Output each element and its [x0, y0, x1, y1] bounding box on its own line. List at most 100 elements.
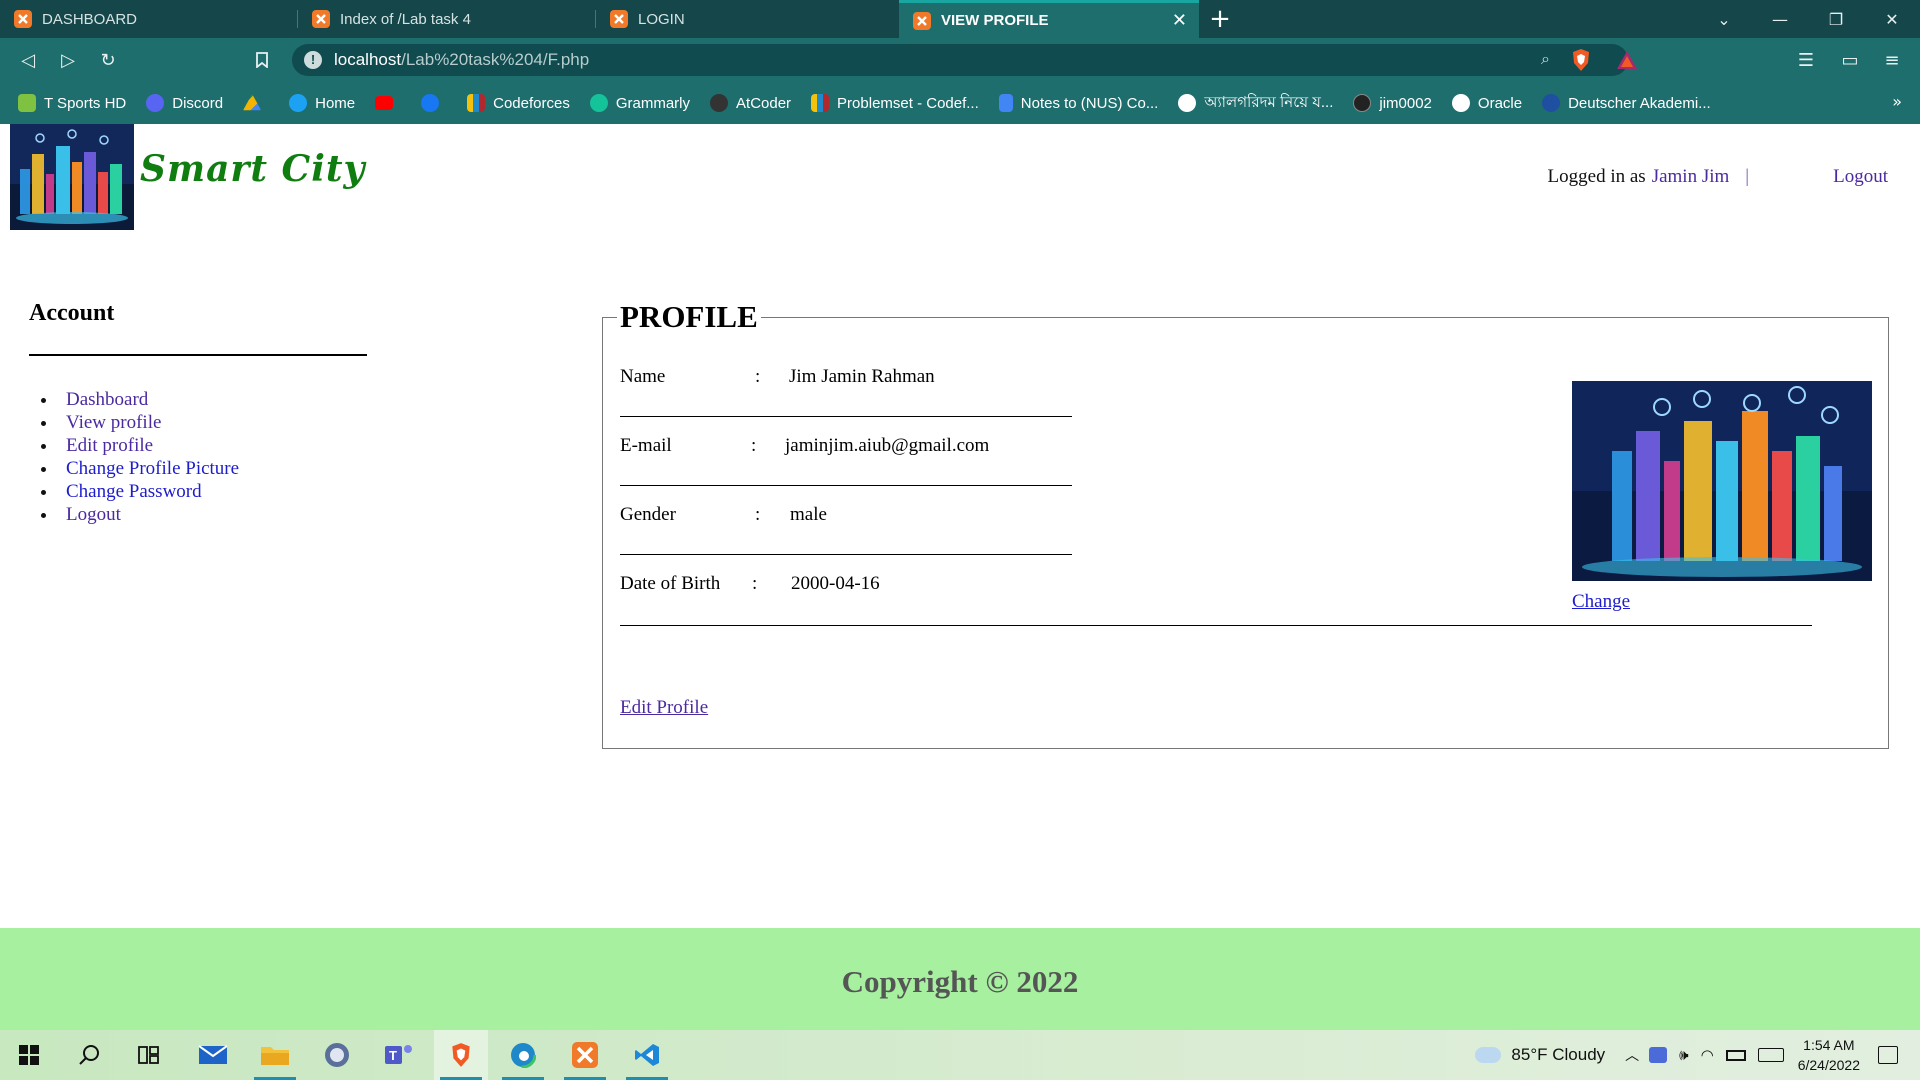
site-info-icon[interactable]: !: [304, 51, 322, 69]
volume-icon[interactable]: 🕪: [1679, 1046, 1688, 1064]
teams-icon[interactable]: T: [372, 1030, 426, 1080]
menu-icon[interactable]: ≡: [1878, 46, 1906, 74]
site-brand[interactable]: Smart City: [140, 148, 365, 190]
xampp-icon[interactable]: [558, 1030, 612, 1080]
field-colon: :: [755, 504, 761, 525]
vscode-icon[interactable]: [620, 1030, 674, 1080]
wifi-icon[interactable]: ◠: [1701, 1046, 1714, 1064]
bookmark-label: Deutscher Akademi...: [1568, 94, 1711, 112]
sidebar-item-change-password[interactable]: Change Password: [58, 480, 239, 503]
xampp-icon: [14, 10, 32, 28]
weather-widget[interactable]: 85°F Cloudy: [1475, 1045, 1605, 1065]
reload-icon[interactable]: ↻: [94, 46, 122, 74]
sidebar-item-label[interactable]: Change Profile Picture: [66, 458, 239, 479]
field-colon: :: [755, 366, 761, 387]
forward-icon[interactable]: ▷: [54, 46, 82, 74]
sidebar-item-label[interactable]: Change Password: [66, 481, 202, 502]
user-link[interactable]: Jamin Jim: [1652, 166, 1730, 188]
bookmark-label: Home: [315, 94, 356, 112]
bookmark-twitter-home[interactable]: Home: [289, 94, 355, 112]
bookmark-codeforces[interactable]: Codeforces: [467, 94, 570, 112]
new-tab-button[interactable]: +: [1199, 0, 1241, 38]
tab-view-profile[interactable]: VIEW PROFILE ✕: [899, 0, 1199, 38]
sidebar-item-edit-profile[interactable]: Edit profile: [58, 434, 239, 457]
row-divider: [620, 554, 1072, 555]
bookmark-github-jim0002[interactable]: jim0002: [1353, 94, 1432, 112]
bookmark-tsports[interactable]: T Sports HD: [18, 94, 126, 112]
windows-start-icon[interactable]: [2, 1030, 56, 1080]
brave-rewards-icon[interactable]: [1616, 50, 1638, 70]
meet-now-icon[interactable]: [1649, 1047, 1668, 1063]
app-icon[interactable]: [310, 1030, 364, 1080]
tab-login[interactable]: LOGIN: [596, 0, 894, 38]
bookmark-algorithm-bangla[interactable]: অ্যালগরিদম নিয়ে য...: [1178, 91, 1333, 116]
file-explorer-icon[interactable]: [248, 1030, 302, 1080]
tab-index-of-lab-task-4[interactable]: Index of /Lab task 4: [298, 0, 596, 38]
battery-icon[interactable]: [1725, 1049, 1746, 1061]
sidebar-item-view-profile[interactable]: View profile: [58, 411, 239, 434]
tab-title: LOGIN: [638, 10, 685, 28]
login-status: Logged in as Jamin Jim | Logout: [1548, 166, 1888, 188]
reading-list-icon[interactable]: ☰: [1792, 46, 1820, 74]
address-bar[interactable]: ! localhost/Lab%20task%204/F.php ⌕: [292, 44, 1637, 76]
sidebar-item-dashboard[interactable]: Dashboard: [58, 388, 239, 411]
bookmark-icon[interactable]: [248, 46, 276, 74]
gender-value: male: [790, 504, 827, 525]
logout-link[interactable]: Logout: [1833, 166, 1888, 188]
bookmark-notes-nus[interactable]: Notes to (NUS) Co...: [998, 94, 1158, 112]
sidebar-item-label[interactable]: Dashboard: [66, 389, 148, 410]
bookmark-youtube[interactable]: [375, 96, 401, 110]
close-window-button[interactable]: ✕: [1864, 0, 1920, 38]
sidebar-item-change-profile-picture[interactable]: Change Profile Picture: [58, 457, 239, 480]
sidebar-item-label[interactable]: Edit profile: [66, 435, 153, 456]
name-value: Jim Jamin Rahman: [789, 366, 935, 387]
clock-time: 1:54 AM: [1803, 1037, 1855, 1053]
field-colon: :: [752, 573, 758, 594]
sidebar-title: Account: [29, 300, 115, 326]
tab-title: Index of /Lab task 4: [340, 10, 471, 28]
clock[interactable]: 1:54 AM 6/24/2022: [1798, 1035, 1860, 1075]
bookmark-problemset-codeforces[interactable]: Problemset - Codef...: [811, 94, 979, 112]
edit-profile-link[interactable]: Edit Profile: [620, 697, 708, 719]
close-tab-icon[interactable]: ✕: [1172, 10, 1187, 31]
mail-icon[interactable]: [186, 1030, 240, 1080]
zoom-icon[interactable]: ⌕: [1541, 49, 1550, 69]
google-drive-icon: [243, 94, 262, 111]
field-colon: :: [751, 435, 757, 456]
profile-heading: PROFILE: [620, 299, 758, 334]
bookmark-facebook[interactable]: [421, 94, 447, 112]
tab-title: VIEW PROFILE: [941, 12, 1049, 29]
wallet-icon[interactable]: ▭: [1836, 46, 1864, 74]
logged-in-label: Logged in as: [1547, 166, 1646, 187]
bookmark-label: jim0002: [1379, 94, 1432, 112]
bookmark-discord[interactable]: Discord: [146, 94, 223, 112]
chevron-up-icon[interactable]: ︿: [1625, 1045, 1639, 1065]
task-view-icon[interactable]: [122, 1030, 176, 1080]
bookmark-daad[interactable]: Deutscher Akademi...: [1542, 94, 1711, 112]
search-icon[interactable]: [62, 1030, 116, 1080]
keyboard-icon[interactable]: [1757, 1048, 1784, 1062]
sidebar-item-label[interactable]: View profile: [66, 412, 161, 433]
brave-shield-icon[interactable]: [1570, 48, 1592, 72]
tab-dashboard[interactable]: DASHBOARD: [0, 0, 298, 38]
edge-icon[interactable]: [496, 1030, 550, 1080]
url-text[interactable]: localhost/Lab%20task%204/F.php: [334, 50, 589, 70]
more-bookmarks-button[interactable]: »: [1892, 92, 1902, 111]
svg-text:T: T: [389, 1048, 397, 1063]
bookmark-grammarly[interactable]: Grammarly: [589, 94, 690, 112]
back-icon[interactable]: ◁: [14, 46, 42, 74]
change-picture-link[interactable]: Change: [1572, 591, 1630, 613]
bookmark-label: Problemset - Codef...: [837, 94, 979, 112]
field-label: Gender: [620, 504, 676, 525]
sidebar-item-logout[interactable]: Logout: [58, 503, 239, 526]
notifications-icon[interactable]: [1878, 1046, 1898, 1064]
bookmark-atcoder[interactable]: AtCoder: [710, 94, 791, 112]
bookmark-google-drive[interactable]: [243, 94, 269, 112]
minimize-button[interactable]: —: [1752, 0, 1808, 38]
tab-search-chevron-icon[interactable]: ⌄: [1696, 0, 1752, 38]
bookmark-oracle[interactable]: Oracle: [1451, 94, 1522, 112]
restore-button[interactable]: ❐: [1808, 0, 1864, 38]
section-divider: [620, 625, 1812, 626]
brave-browser-icon[interactable]: [434, 1030, 488, 1080]
sidebar-item-label[interactable]: Logout: [66, 504, 121, 525]
